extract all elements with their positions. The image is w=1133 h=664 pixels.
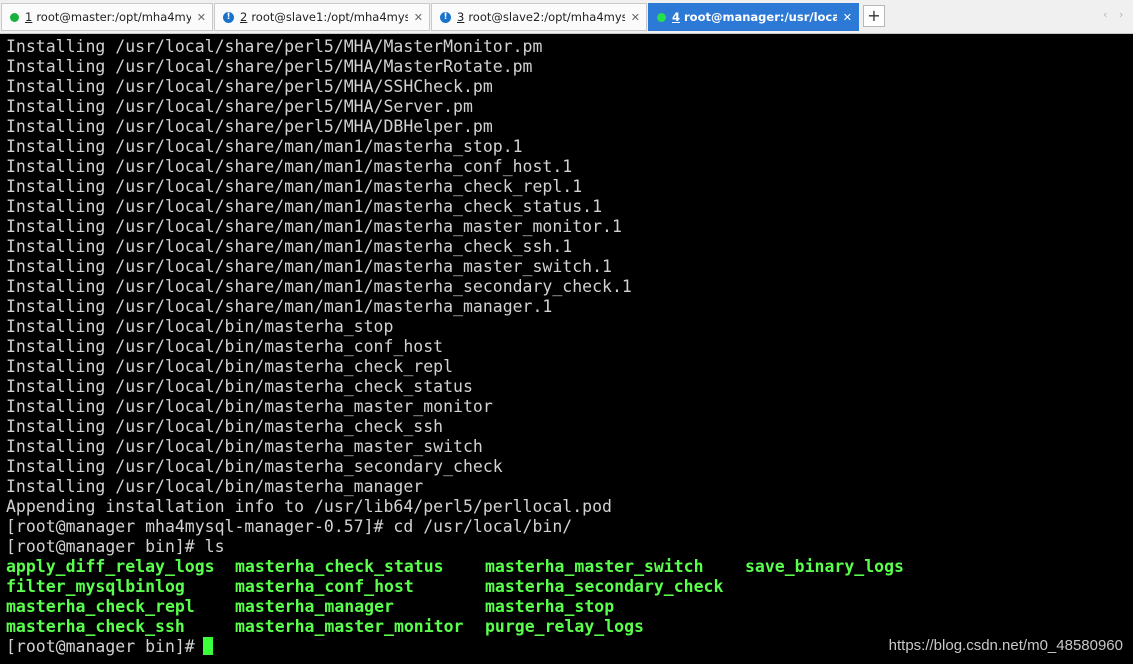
tab-number: 1 [25, 10, 33, 24]
terminal-line: Installing /usr/local/share/man/man1/mas… [6, 217, 622, 236]
info-icon: ! [223, 11, 234, 23]
ls-file-entry: apply_diff_relay_logs [6, 557, 215, 576]
ls-file-entry [745, 617, 945, 637]
terminal-line: Installing /usr/local/share/man/man1/mas… [6, 137, 523, 156]
scroll-tabs-right-icon[interactable]: › [1119, 8, 1123, 21]
terminal-line: Installing /usr/local/share/perl5/MHA/Ma… [6, 37, 543, 56]
terminal-output[interactable]: Installing /usr/local/share/perl5/MHA/Ma… [0, 34, 1133, 664]
ls-file-entry: masterha_secondary_check [485, 577, 724, 596]
tab-1[interactable]: 1 root@master:/opt/mha4mys... ✕ [1, 3, 213, 31]
terminal-line: Installing /usr/local/bin/masterha_maste… [6, 437, 483, 456]
ls-file-entry: masterha_check_ssh [6, 617, 185, 636]
shell-prompt: [root@manager bin]# [6, 637, 195, 656]
ls-file-entry: masterha_manager [235, 597, 394, 616]
terminal-line: Installing /usr/local/share/man/man1/mas… [6, 157, 573, 176]
ls-file-entry: masterha_check_repl [6, 597, 195, 616]
terminal-line: Installing /usr/local/share/perl5/MHA/SS… [6, 77, 493, 96]
terminal-line: Installing /usr/local/share/man/man1/mas… [6, 297, 553, 316]
ls-output-row: apply_diff_relay_logs masterha_check_stat… [6, 557, 945, 577]
terminal-line: Installing /usr/local/share/man/man1/mas… [6, 277, 632, 296]
connected-status-icon [657, 12, 666, 22]
ls-file-entry: masterha_master_switch [485, 557, 704, 576]
ls-output-row: masterha_check_repl masterha_manager maste… [6, 597, 945, 617]
ls-file-entry: purge_relay_logs [485, 617, 644, 636]
ls-file-entry: filter_mysqlbinlog [6, 577, 185, 596]
terminal-line: [root@manager bin]# ls [6, 537, 225, 556]
tab-number: 2 [240, 10, 248, 24]
close-icon[interactable]: ✕ [631, 11, 640, 24]
ls-file-entry: masterha_master_monitor [235, 617, 464, 636]
tab-title: root@slave2:/opt/mha4mys... [468, 10, 625, 24]
tab-number: 4 [672, 10, 681, 24]
terminal-line: Installing /usr/local/share/man/man1/mas… [6, 177, 583, 196]
tab-title: root@manager:/usr/local/b... [684, 10, 837, 24]
tab-bar: 1 root@master:/opt/mha4mys... ✕ ! 2 root… [0, 0, 1133, 34]
ls-file-entry: masterha_conf_host [235, 577, 414, 596]
close-icon[interactable]: ✕ [843, 11, 852, 24]
ls-output-row: masterha_check_ssh masterha_master_monito… [6, 617, 945, 637]
tab-3[interactable]: ! 3 root@slave2:/opt/mha4mys... ✕ [431, 3, 647, 31]
connected-status-icon [10, 12, 19, 22]
tab-4[interactable]: 4 root@manager:/usr/local/b... ✕ [648, 3, 859, 31]
text-cursor [202, 637, 213, 655]
ls-file-entry: save_binary_logs [745, 557, 904, 576]
terminal-line: Installing /usr/local/bin/masterha_check… [6, 417, 444, 436]
ls-file-entry: masterha_check_status [235, 557, 444, 576]
terminal-line: Installing /usr/local/share/man/man1/mas… [6, 197, 603, 216]
terminal-line: Installing /usr/local/bin/masterha_secon… [6, 457, 503, 476]
terminal-line: Installing /usr/local/share/perl5/MHA/Se… [6, 97, 473, 116]
close-icon[interactable]: ✕ [197, 11, 206, 24]
ls-file-entry [745, 597, 945, 617]
ls-file-entry [745, 577, 945, 597]
tab-number: 3 [457, 10, 465, 24]
prompt-line[interactable]: [root@manager bin]# [6, 637, 213, 657]
terminal-line: Installing /usr/local/bin/masterha_maste… [6, 397, 493, 416]
terminal-line: Installing /usr/local/share/perl5/MHA/DB… [6, 117, 493, 136]
terminal-line: Installing /usr/local/share/man/man1/mas… [6, 237, 573, 256]
new-tab-button[interactable]: + [863, 5, 885, 27]
tab-title: root@slave1:/opt/mha4mys... [251, 10, 408, 24]
scroll-tabs-left-icon[interactable]: ‹ [1103, 8, 1107, 21]
ls-file-entry: masterha_stop [485, 597, 615, 616]
terminal-line: Installing /usr/local/bin/masterha_check… [6, 377, 473, 396]
terminal-line: Appending installation info to /usr/lib6… [6, 497, 612, 516]
terminal-line: Installing /usr/local/share/man/man1/mas… [6, 257, 612, 276]
info-icon: ! [440, 11, 451, 23]
terminal-line: Installing /usr/local/bin/masterha_manag… [6, 477, 424, 496]
terminal-line: Installing /usr/local/bin/masterha_conf_… [6, 337, 444, 356]
watermark: https://blog.csdn.net/m0_48580960 [888, 637, 1123, 654]
tab-title: root@master:/opt/mha4mys... [36, 10, 191, 24]
tab-2[interactable]: ! 2 root@slave1:/opt/mha4mys... ✕ [214, 3, 430, 31]
ls-output-row: filter_mysqlbinlog masterha_conf_host mast… [6, 577, 945, 597]
terminal-line: [root@manager mha4mysql-manager-0.57]# c… [6, 517, 573, 536]
terminal-line: Installing /usr/local/bin/masterha_stop [6, 317, 394, 336]
terminal-line: Installing /usr/local/bin/masterha_check… [6, 357, 454, 376]
close-icon[interactable]: ✕ [414, 11, 423, 24]
terminal-line: Installing /usr/local/share/perl5/MHA/Ma… [6, 57, 533, 76]
